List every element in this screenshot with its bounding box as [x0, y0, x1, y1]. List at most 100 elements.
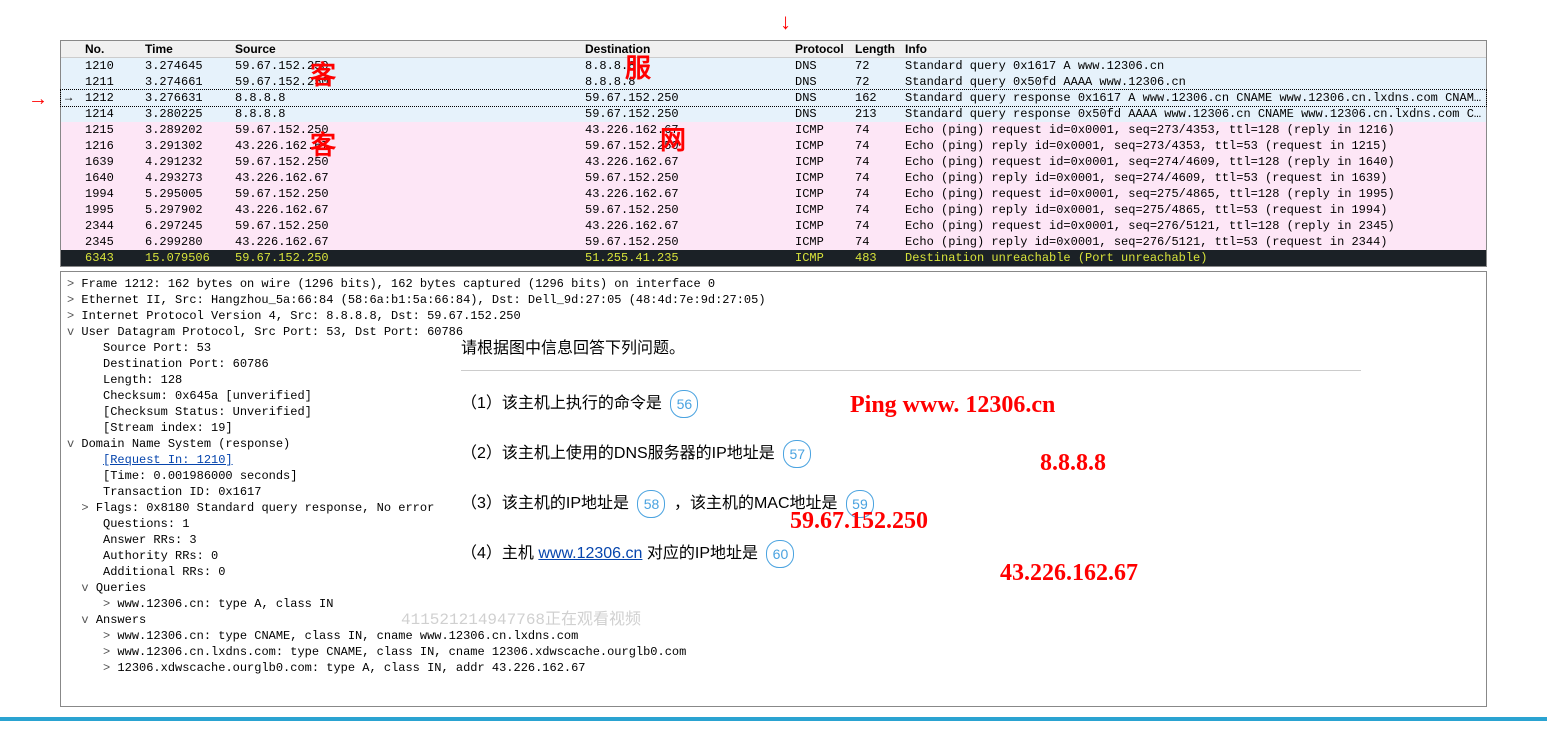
- packet-row[interactable]: 12143.2802258.8.8.859.67.152.250DNS213St…: [61, 106, 1486, 122]
- cell-source: 43.226.162.67: [231, 234, 581, 250]
- cell-destination: 43.226.162.67: [581, 186, 791, 202]
- cell-time: 3.291302: [141, 138, 231, 154]
- col-protocol[interactable]: Protocol: [791, 41, 851, 57]
- col-source[interactable]: Source: [231, 41, 581, 57]
- col-length[interactable]: Length: [851, 41, 901, 57]
- cell-protocol: ICMP: [791, 202, 851, 218]
- cell-no: 1216: [81, 138, 141, 154]
- tree-dns-answers[interactable]: v Answers: [67, 612, 1480, 628]
- packet-row[interactable]: 12163.29130243.226.162.6759.67.152.250IC…: [61, 138, 1486, 154]
- row-marker: [61, 170, 81, 186]
- packet-details[interactable]: > Frame 1212: 162 bytes on wire (1296 bi…: [60, 271, 1487, 707]
- tree-dns-ans0[interactable]: > www.12306.cn: type CNAME, class IN, cn…: [67, 628, 1480, 644]
- packet-row[interactable]: 23446.29724559.67.152.25043.226.162.67IC…: [61, 218, 1486, 234]
- packet-row[interactable]: 16404.29327343.226.162.6759.67.152.250IC…: [61, 170, 1486, 186]
- annotation-arrow-row: →: [28, 88, 48, 111]
- row-marker: [61, 218, 81, 234]
- cell-protocol: DNS: [791, 58, 851, 74]
- cell-protocol: DNS: [791, 90, 851, 106]
- cell-no: 1640: [81, 170, 141, 186]
- packet-list-header: No. Time Source Destination Protocol Len…: [61, 41, 1486, 58]
- blank-57: 57: [783, 440, 811, 468]
- cell-protocol: ICMP: [791, 234, 851, 250]
- cell-destination: 8.8.8.8: [581, 58, 791, 74]
- cell-time: 6.297245: [141, 218, 231, 234]
- cell-protocol: ICMP: [791, 154, 851, 170]
- col-time[interactable]: Time: [141, 41, 231, 57]
- row-marker: [61, 106, 81, 122]
- cell-length: 74: [851, 138, 901, 154]
- row-marker: →: [61, 90, 81, 106]
- cell-time: 6.299280: [141, 234, 231, 250]
- cell-length: 162: [851, 90, 901, 106]
- cell-source: 43.226.162.67: [231, 202, 581, 218]
- col-destination[interactable]: Destination: [581, 41, 791, 57]
- cell-destination: 59.67.152.250: [581, 202, 791, 218]
- annotation-arrow-down: →: [776, 12, 802, 34]
- packet-row[interactable]: 16394.29123259.67.152.25043.226.162.67IC…: [61, 154, 1486, 170]
- blank-56: 56: [670, 390, 698, 418]
- cell-info: Echo (ping) request id=0x0001, seq=276/5…: [901, 218, 1486, 234]
- cell-length: 74: [851, 186, 901, 202]
- cell-info: Standard query response 0x1617 A www.123…: [901, 90, 1486, 106]
- cell-length: 72: [851, 74, 901, 90]
- cell-length: 74: [851, 170, 901, 186]
- cell-length: 213: [851, 106, 901, 122]
- cell-protocol: ICMP: [791, 122, 851, 138]
- cell-time: 5.297902: [141, 202, 231, 218]
- question-1: （1）该主机上执行的命令是 56: [461, 387, 1361, 421]
- cell-time: 15.079506: [141, 250, 231, 266]
- packet-row[interactable]: 12153.28920259.67.152.25043.226.162.67IC…: [61, 122, 1486, 138]
- cell-time: 3.280225: [141, 106, 231, 122]
- blank-58: 58: [637, 490, 665, 518]
- tree-frame[interactable]: > Frame 1212: 162 bytes on wire (1296 bi…: [67, 276, 1480, 292]
- question-2: （2）该主机上使用的DNS服务器的IP地址是 57: [461, 437, 1361, 471]
- cell-no: 6343: [81, 250, 141, 266]
- tree-ip[interactable]: > Internet Protocol Version 4, Src: 8.8.…: [67, 308, 1480, 324]
- tree-ethernet[interactable]: > Ethernet II, Src: Hangzhou_5a:66:84 (5…: [67, 292, 1480, 308]
- cell-protocol: ICMP: [791, 138, 851, 154]
- packet-row[interactable]: 19955.29790243.226.162.6759.67.152.250IC…: [61, 202, 1486, 218]
- row-marker: [61, 122, 81, 138]
- packet-row[interactable]: 12103.27464559.67.152.2508.8.8.8DNS72Sta…: [61, 58, 1486, 74]
- link-12306[interactable]: www.12306.cn: [538, 545, 642, 562]
- cell-no: 1214: [81, 106, 141, 122]
- cell-no: 1211: [81, 74, 141, 90]
- cell-no: 1994: [81, 186, 141, 202]
- col-no[interactable]: No.: [81, 41, 141, 57]
- packet-row[interactable]: 634315.07950659.67.152.25051.255.41.235I…: [61, 250, 1486, 266]
- tree-dns-ans2[interactable]: > 12306.xdwscache.ourglb0.com: type A, c…: [67, 660, 1480, 676]
- tree-dns-query0[interactable]: > www.12306.cn: type A, class IN: [67, 596, 1480, 612]
- cell-time: 5.295005: [141, 186, 231, 202]
- cell-length: 72: [851, 58, 901, 74]
- cell-length: 74: [851, 154, 901, 170]
- packet-row[interactable]: →12123.2766318.8.8.859.67.152.250DNS162S…: [61, 90, 1486, 106]
- cell-no: 2345: [81, 234, 141, 250]
- col-info[interactable]: Info: [901, 41, 1486, 57]
- packet-row[interactable]: 12113.27466159.67.152.2508.8.8.8DNS72Sta…: [61, 74, 1486, 90]
- cell-protocol: ICMP: [791, 250, 851, 266]
- tree-dns-ans1[interactable]: > www.12306.cn.lxdns.com: type CNAME, cl…: [67, 644, 1480, 660]
- cell-info: Echo (ping) reply id=0x0001, seq=275/486…: [901, 202, 1486, 218]
- row-marker: [61, 74, 81, 90]
- cell-source: 43.226.162.67: [231, 138, 581, 154]
- cell-source: 59.67.152.250: [231, 154, 581, 170]
- cell-source: 43.226.162.67: [231, 170, 581, 186]
- cell-protocol: ICMP: [791, 186, 851, 202]
- questions-overlay: 请根据图中信息回答下列问题。 （1）该主机上执行的命令是 56 （2）该主机上使…: [461, 332, 1361, 587]
- packet-row[interactable]: 19945.29500559.67.152.25043.226.162.67IC…: [61, 186, 1486, 202]
- cell-length: 74: [851, 218, 901, 234]
- cell-source: 59.67.152.250: [231, 250, 581, 266]
- cell-length: 74: [851, 234, 901, 250]
- cell-no: 1215: [81, 122, 141, 138]
- cell-length: 483: [851, 250, 901, 266]
- blank-59: 59: [846, 490, 874, 518]
- packet-list[interactable]: No. Time Source Destination Protocol Len…: [60, 40, 1487, 267]
- cell-no: 1212: [81, 90, 141, 106]
- cell-info: Standard query response 0x50fd AAAA www.…: [901, 106, 1486, 122]
- cell-destination: 59.67.152.250: [581, 234, 791, 250]
- cell-destination: 59.67.152.250: [581, 90, 791, 106]
- cell-info: Standard query 0x1617 A www.12306.cn: [901, 58, 1486, 74]
- packet-row[interactable]: 23456.29928043.226.162.6759.67.152.250IC…: [61, 234, 1486, 250]
- cell-destination: 59.67.152.250: [581, 106, 791, 122]
